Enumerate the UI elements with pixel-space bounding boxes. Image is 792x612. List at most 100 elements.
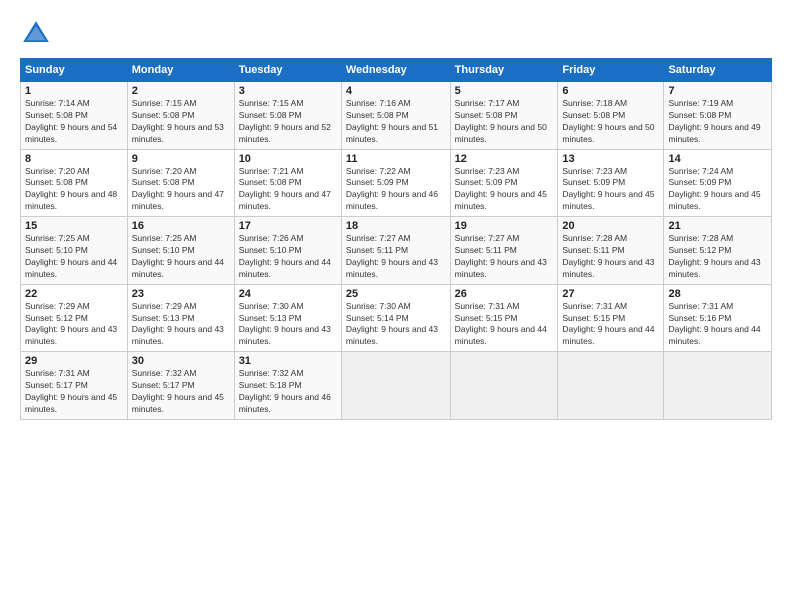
day-number: 13 bbox=[562, 153, 659, 165]
calendar-header-tuesday: Tuesday bbox=[234, 59, 341, 82]
calendar-cell: 1Sunrise: 7:14 AMSunset: 5:08 PMDaylight… bbox=[21, 82, 128, 150]
calendar-cell: 9Sunrise: 7:20 AMSunset: 5:08 PMDaylight… bbox=[127, 149, 234, 217]
logo bbox=[20, 18, 56, 50]
calendar-cell: 25Sunrise: 7:30 AMSunset: 5:14 PMDayligh… bbox=[341, 284, 450, 352]
calendar-table: SundayMondayTuesdayWednesdayThursdayFrid… bbox=[20, 58, 772, 420]
day-info: Sunrise: 7:15 AMSunset: 5:08 PMDaylight:… bbox=[132, 98, 230, 146]
day-info: Sunrise: 7:28 AMSunset: 5:12 PMDaylight:… bbox=[668, 233, 767, 281]
day-info: Sunrise: 7:28 AMSunset: 5:11 PMDaylight:… bbox=[562, 233, 659, 281]
day-info: Sunrise: 7:29 AMSunset: 5:13 PMDaylight:… bbox=[132, 301, 230, 349]
day-number: 17 bbox=[239, 220, 337, 232]
calendar-cell: 14Sunrise: 7:24 AMSunset: 5:09 PMDayligh… bbox=[664, 149, 772, 217]
day-number: 7 bbox=[668, 85, 767, 97]
day-number: 20 bbox=[562, 220, 659, 232]
calendar-header-row: SundayMondayTuesdayWednesdayThursdayFrid… bbox=[21, 59, 772, 82]
day-number: 11 bbox=[346, 153, 446, 165]
day-number: 30 bbox=[132, 355, 230, 367]
calendar-cell: 2Sunrise: 7:15 AMSunset: 5:08 PMDaylight… bbox=[127, 82, 234, 150]
day-number: 14 bbox=[668, 153, 767, 165]
day-info: Sunrise: 7:20 AMSunset: 5:08 PMDaylight:… bbox=[132, 166, 230, 214]
day-number: 26 bbox=[455, 288, 554, 300]
day-info: Sunrise: 7:29 AMSunset: 5:12 PMDaylight:… bbox=[25, 301, 123, 349]
day-number: 15 bbox=[25, 220, 123, 232]
calendar-cell: 3Sunrise: 7:15 AMSunset: 5:08 PMDaylight… bbox=[234, 82, 341, 150]
day-number: 12 bbox=[455, 153, 554, 165]
day-number: 16 bbox=[132, 220, 230, 232]
day-info: Sunrise: 7:25 AMSunset: 5:10 PMDaylight:… bbox=[25, 233, 123, 281]
day-number: 4 bbox=[346, 85, 446, 97]
calendar-cell: 18Sunrise: 7:27 AMSunset: 5:11 PMDayligh… bbox=[341, 217, 450, 285]
calendar-cell bbox=[450, 352, 558, 420]
calendar-cell: 8Sunrise: 7:20 AMSunset: 5:08 PMDaylight… bbox=[21, 149, 128, 217]
day-number: 1 bbox=[25, 85, 123, 97]
calendar-week-3: 15Sunrise: 7:25 AMSunset: 5:10 PMDayligh… bbox=[21, 217, 772, 285]
calendar-week-2: 8Sunrise: 7:20 AMSunset: 5:08 PMDaylight… bbox=[21, 149, 772, 217]
calendar-cell: 22Sunrise: 7:29 AMSunset: 5:12 PMDayligh… bbox=[21, 284, 128, 352]
calendar-cell: 19Sunrise: 7:27 AMSunset: 5:11 PMDayligh… bbox=[450, 217, 558, 285]
day-info: Sunrise: 7:31 AMSunset: 5:15 PMDaylight:… bbox=[562, 301, 659, 349]
day-info: Sunrise: 7:31 AMSunset: 5:17 PMDaylight:… bbox=[25, 368, 123, 416]
calendar-cell: 13Sunrise: 7:23 AMSunset: 5:09 PMDayligh… bbox=[558, 149, 664, 217]
calendar-cell: 6Sunrise: 7:18 AMSunset: 5:08 PMDaylight… bbox=[558, 82, 664, 150]
day-number: 27 bbox=[562, 288, 659, 300]
calendar-cell: 5Sunrise: 7:17 AMSunset: 5:08 PMDaylight… bbox=[450, 82, 558, 150]
day-info: Sunrise: 7:19 AMSunset: 5:08 PMDaylight:… bbox=[668, 98, 767, 146]
calendar-cell: 12Sunrise: 7:23 AMSunset: 5:09 PMDayligh… bbox=[450, 149, 558, 217]
calendar-cell: 10Sunrise: 7:21 AMSunset: 5:08 PMDayligh… bbox=[234, 149, 341, 217]
day-number: 8 bbox=[25, 153, 123, 165]
day-number: 24 bbox=[239, 288, 337, 300]
calendar-cell: 30Sunrise: 7:32 AMSunset: 5:17 PMDayligh… bbox=[127, 352, 234, 420]
calendar-cell: 23Sunrise: 7:29 AMSunset: 5:13 PMDayligh… bbox=[127, 284, 234, 352]
day-info: Sunrise: 7:22 AMSunset: 5:09 PMDaylight:… bbox=[346, 166, 446, 214]
day-info: Sunrise: 7:23 AMSunset: 5:09 PMDaylight:… bbox=[562, 166, 659, 214]
calendar-cell: 7Sunrise: 7:19 AMSunset: 5:08 PMDaylight… bbox=[664, 82, 772, 150]
day-info: Sunrise: 7:30 AMSunset: 5:13 PMDaylight:… bbox=[239, 301, 337, 349]
day-info: Sunrise: 7:26 AMSunset: 5:10 PMDaylight:… bbox=[239, 233, 337, 281]
day-number: 5 bbox=[455, 85, 554, 97]
header bbox=[20, 18, 772, 50]
calendar-cell: 29Sunrise: 7:31 AMSunset: 5:17 PMDayligh… bbox=[21, 352, 128, 420]
day-info: Sunrise: 7:30 AMSunset: 5:14 PMDaylight:… bbox=[346, 301, 446, 349]
calendar-cell: 28Sunrise: 7:31 AMSunset: 5:16 PMDayligh… bbox=[664, 284, 772, 352]
calendar-cell: 21Sunrise: 7:28 AMSunset: 5:12 PMDayligh… bbox=[664, 217, 772, 285]
day-info: Sunrise: 7:31 AMSunset: 5:15 PMDaylight:… bbox=[455, 301, 554, 349]
page: SundayMondayTuesdayWednesdayThursdayFrid… bbox=[0, 0, 792, 612]
day-info: Sunrise: 7:32 AMSunset: 5:17 PMDaylight:… bbox=[132, 368, 230, 416]
calendar-cell: 27Sunrise: 7:31 AMSunset: 5:15 PMDayligh… bbox=[558, 284, 664, 352]
day-number: 28 bbox=[668, 288, 767, 300]
calendar-header-monday: Monday bbox=[127, 59, 234, 82]
day-number: 23 bbox=[132, 288, 230, 300]
day-number: 19 bbox=[455, 220, 554, 232]
logo-icon bbox=[20, 18, 52, 50]
day-info: Sunrise: 7:21 AMSunset: 5:08 PMDaylight:… bbox=[239, 166, 337, 214]
day-number: 18 bbox=[346, 220, 446, 232]
day-info: Sunrise: 7:24 AMSunset: 5:09 PMDaylight:… bbox=[668, 166, 767, 214]
calendar-cell: 16Sunrise: 7:25 AMSunset: 5:10 PMDayligh… bbox=[127, 217, 234, 285]
calendar-cell bbox=[664, 352, 772, 420]
day-number: 10 bbox=[239, 153, 337, 165]
day-info: Sunrise: 7:25 AMSunset: 5:10 PMDaylight:… bbox=[132, 233, 230, 281]
day-info: Sunrise: 7:27 AMSunset: 5:11 PMDaylight:… bbox=[346, 233, 446, 281]
day-info: Sunrise: 7:14 AMSunset: 5:08 PMDaylight:… bbox=[25, 98, 123, 146]
day-number: 29 bbox=[25, 355, 123, 367]
calendar-cell: 17Sunrise: 7:26 AMSunset: 5:10 PMDayligh… bbox=[234, 217, 341, 285]
calendar-week-4: 22Sunrise: 7:29 AMSunset: 5:12 PMDayligh… bbox=[21, 284, 772, 352]
day-info: Sunrise: 7:16 AMSunset: 5:08 PMDaylight:… bbox=[346, 98, 446, 146]
day-number: 9 bbox=[132, 153, 230, 165]
day-info: Sunrise: 7:23 AMSunset: 5:09 PMDaylight:… bbox=[455, 166, 554, 214]
calendar-cell bbox=[341, 352, 450, 420]
calendar-header-wednesday: Wednesday bbox=[341, 59, 450, 82]
calendar-cell: 15Sunrise: 7:25 AMSunset: 5:10 PMDayligh… bbox=[21, 217, 128, 285]
day-info: Sunrise: 7:32 AMSunset: 5:18 PMDaylight:… bbox=[239, 368, 337, 416]
day-info: Sunrise: 7:20 AMSunset: 5:08 PMDaylight:… bbox=[25, 166, 123, 214]
calendar-cell: 24Sunrise: 7:30 AMSunset: 5:13 PMDayligh… bbox=[234, 284, 341, 352]
calendar-header-saturday: Saturday bbox=[664, 59, 772, 82]
calendar-cell: 31Sunrise: 7:32 AMSunset: 5:18 PMDayligh… bbox=[234, 352, 341, 420]
calendar-header-friday: Friday bbox=[558, 59, 664, 82]
day-number: 21 bbox=[668, 220, 767, 232]
day-info: Sunrise: 7:27 AMSunset: 5:11 PMDaylight:… bbox=[455, 233, 554, 281]
calendar-week-5: 29Sunrise: 7:31 AMSunset: 5:17 PMDayligh… bbox=[21, 352, 772, 420]
day-number: 22 bbox=[25, 288, 123, 300]
calendar-cell bbox=[558, 352, 664, 420]
day-info: Sunrise: 7:18 AMSunset: 5:08 PMDaylight:… bbox=[562, 98, 659, 146]
